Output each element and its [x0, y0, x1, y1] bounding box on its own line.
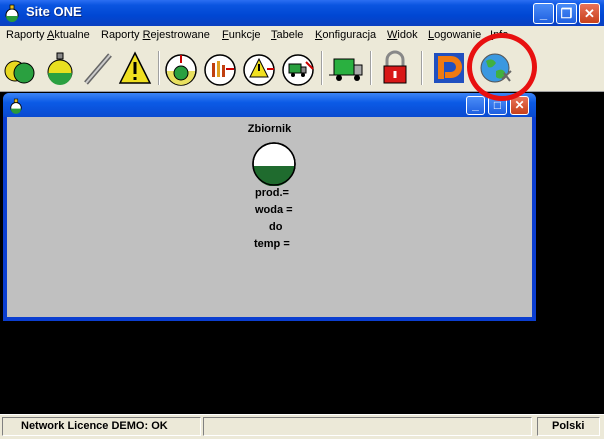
- tank-prod-label: prod.=: [255, 187, 289, 199]
- maximize-button[interactable]: ❐: [556, 3, 577, 24]
- warning-icon[interactable]: [117, 49, 153, 87]
- menu-raporty-aktualne[interactable]: Raporty Aktualne: [6, 29, 90, 41]
- menu-widok[interactable]: Widok: [387, 29, 418, 41]
- status-licence: Network Licence DEMO: OK: [2, 417, 201, 436]
- menu-tabele[interactable]: Tabele: [271, 29, 303, 41]
- tanks-icon[interactable]: [2, 49, 38, 87]
- menu-konfiguracja[interactable]: Konfiguracja: [315, 29, 376, 41]
- tank-window-title-bar: _ □ ✕: [3, 93, 536, 117]
- logo-p-icon[interactable]: [431, 49, 467, 87]
- window-title: Site ONE: [26, 4, 82, 19]
- tank-gauge-icon[interactable]: [252, 142, 296, 186]
- tank-window-minimize-button[interactable]: _: [466, 96, 485, 115]
- toolbar-separator: [158, 51, 160, 85]
- app-icon[interactable]: [4, 4, 20, 22]
- toolbar-separator: [370, 51, 372, 85]
- tank-window-icon[interactable]: [9, 98, 23, 114]
- gauge-tank-icon[interactable]: [163, 49, 199, 87]
- menu-funkcje[interactable]: Funkcje: [222, 29, 261, 41]
- tank-level-icon[interactable]: [42, 49, 78, 87]
- tank-window-client: Zbiornik prod.= woda = do temp =: [7, 117, 532, 317]
- menu-logowanie[interactable]: Logowanie: [428, 29, 481, 41]
- tank-window: _ □ ✕ Zbiornik prod.= woda = do temp =: [3, 93, 536, 321]
- probe-icon[interactable]: [80, 49, 116, 87]
- minimize-button[interactable]: _: [533, 3, 554, 24]
- tank-do-label: do: [269, 221, 283, 233]
- lock-icon[interactable]: [377, 49, 413, 87]
- status-bar: Network Licence DEMO: OK Polski: [0, 414, 604, 439]
- status-language: Polski: [537, 417, 600, 436]
- status-middle: [203, 417, 532, 436]
- tank-woda-label: woda =: [255, 204, 293, 216]
- close-button[interactable]: ✕: [579, 3, 600, 24]
- tank-temp-label: temp =: [254, 238, 290, 250]
- tank-title: Zbiornik: [247, 123, 292, 135]
- gauge-delivery-icon[interactable]: [280, 49, 316, 87]
- gauge-warning-icon[interactable]: [241, 49, 277, 87]
- title-bar: Site ONE _ ❐ ✕: [0, 0, 604, 26]
- toolbar-separator: [321, 51, 323, 85]
- truck-icon[interactable]: [328, 49, 364, 87]
- menu-raporty-rejestrowane[interactable]: Raporty Rejestrowane: [101, 29, 210, 41]
- gauge-bars-icon[interactable]: [202, 49, 238, 87]
- toolbar-separator: [421, 51, 423, 85]
- highlight-circle: [467, 33, 537, 101]
